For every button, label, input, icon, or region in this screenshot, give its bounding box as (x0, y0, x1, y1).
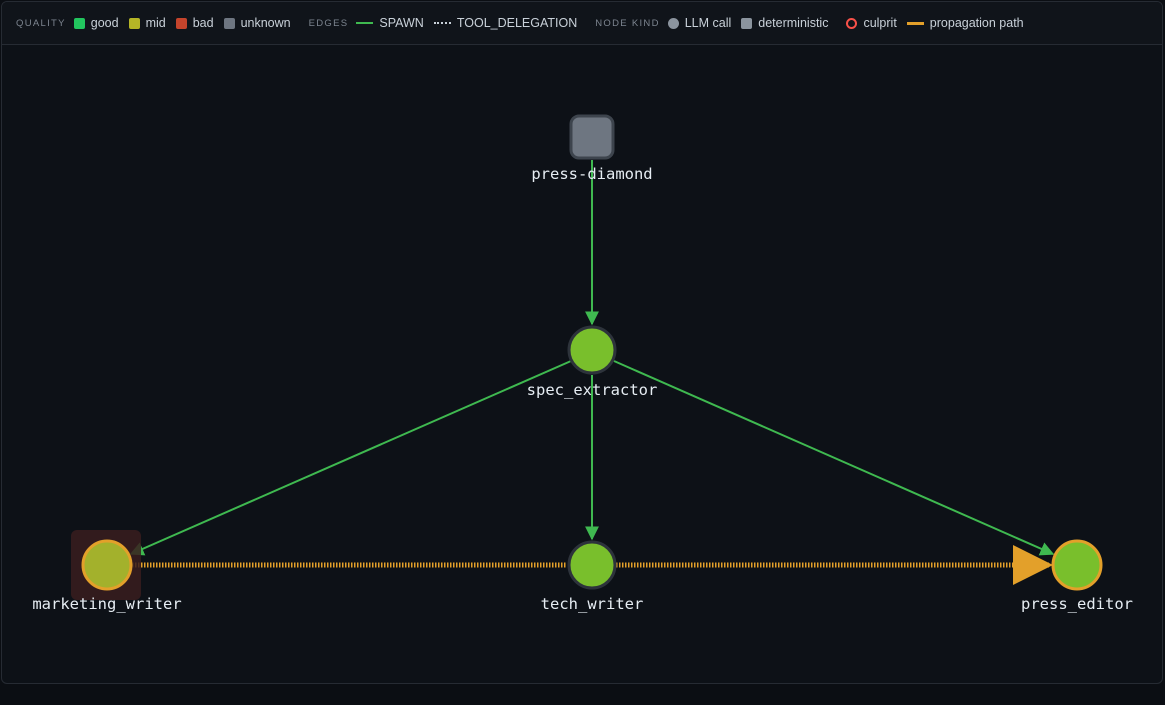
llm-node-shape[interactable] (1051, 539, 1103, 591)
node-label-press-editor: press_editor (1021, 595, 1133, 613)
node-label-tech-writer: tech_writer (541, 595, 644, 613)
node-label-press-diamond: press-diamond (531, 165, 652, 183)
node-label-marketing-writer: marketing_writer (32, 595, 181, 613)
dependency-graph: press-diamond spec_extractor marketing_w… (32, 114, 1133, 613)
llm-node-shape[interactable] (567, 540, 617, 590)
llm-node-shape[interactable] (81, 539, 133, 591)
edge-spec-extractor-to-marketing-writer (129, 360, 572, 556)
node-tech-writer[interactable]: tech_writer (541, 540, 644, 613)
llm-node-shape[interactable] (567, 325, 617, 375)
deterministic-node-shape[interactable] (569, 114, 615, 160)
node-spec-extractor[interactable]: spec_extractor (527, 325, 658, 399)
node-press-editor[interactable]: press_editor (1021, 539, 1133, 613)
graph-panel: QUALITY good mid bad unknown EDGES SPAWN… (1, 1, 1163, 684)
node-label-spec-extractor: spec_extractor (527, 381, 658, 399)
node-press-diamond[interactable]: press-diamond (531, 114, 653, 183)
edge-spec-extractor-to-press-editor (613, 360, 1055, 556)
